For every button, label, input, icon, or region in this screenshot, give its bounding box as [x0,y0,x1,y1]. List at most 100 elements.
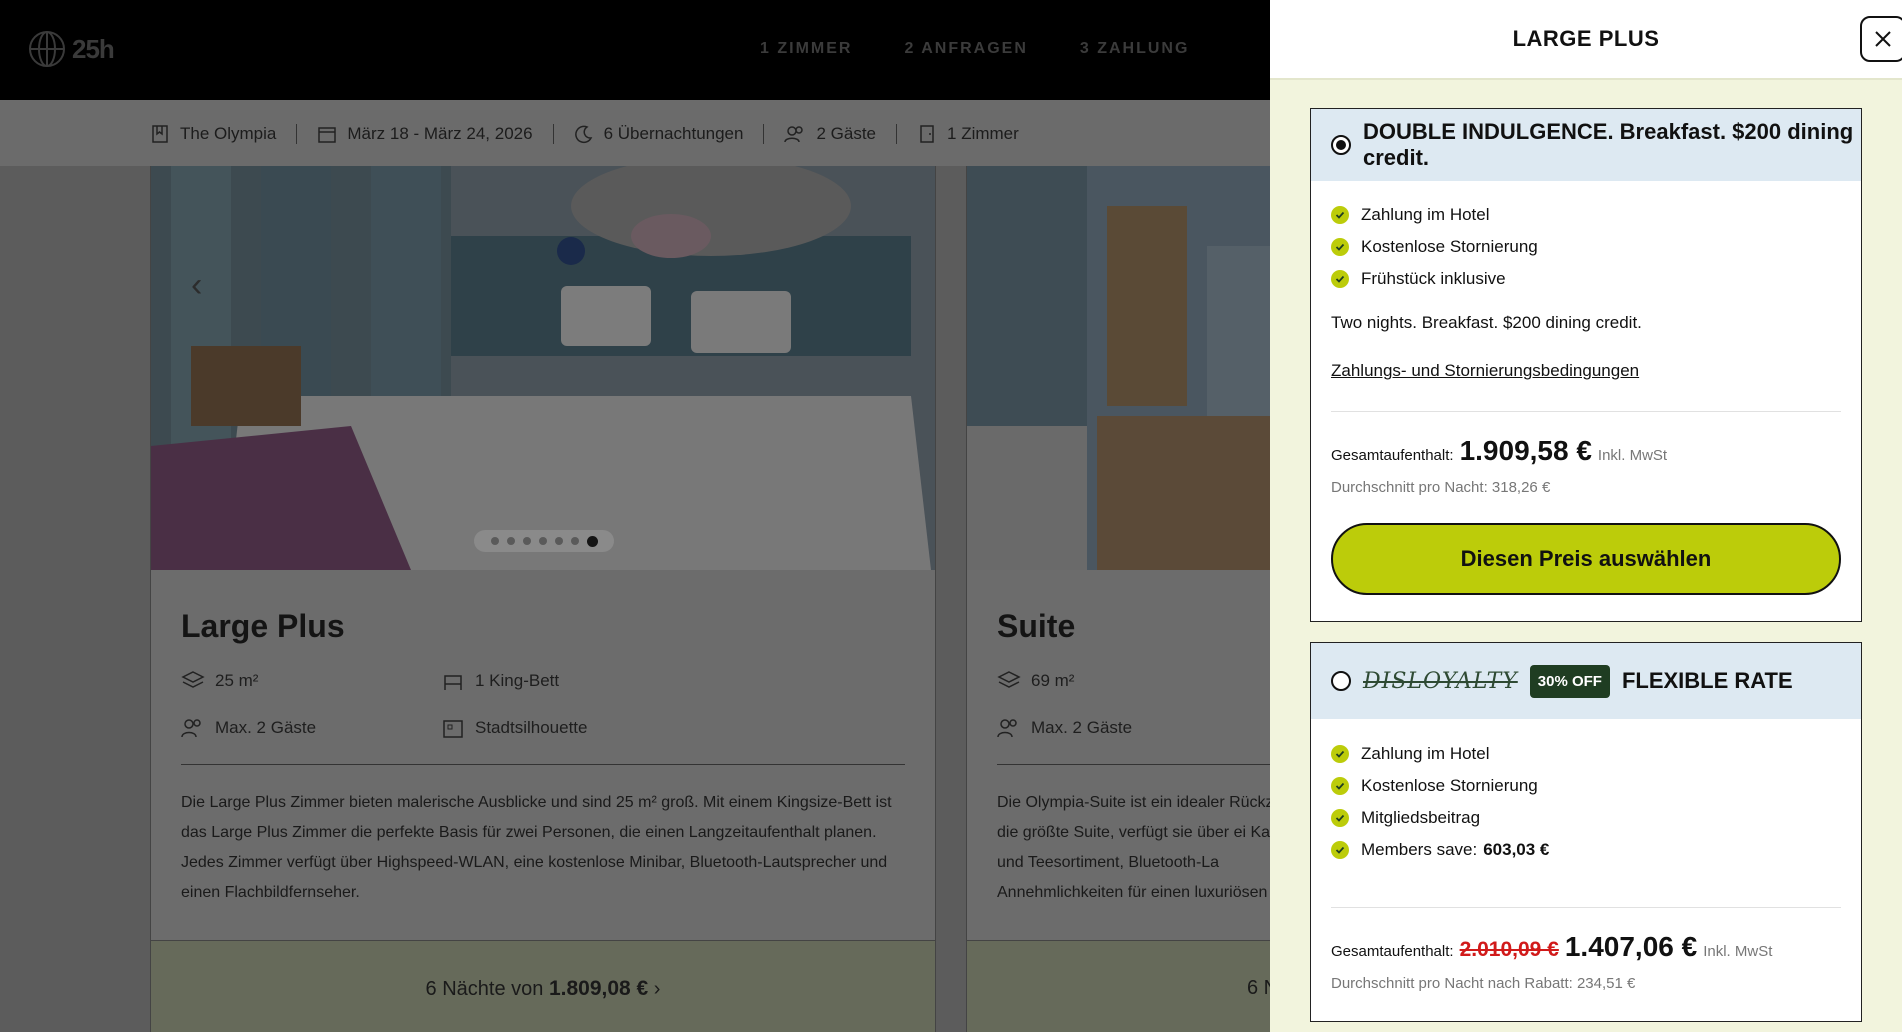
guests-selector[interactable]: 2 Gäste [784,124,876,144]
divider [1331,907,1841,908]
total-price-row: Gesamtaufenthalt: 1.909,58 € Inkl. MwSt [1331,435,1667,467]
check-icon [1331,745,1349,763]
close-button[interactable] [1860,16,1902,62]
rate-option-double-indulgence[interactable]: DOUBLE INDULGENCE. Breakfast. $200 dinin… [1310,108,1862,622]
booking-steps: 1 ZIMMER 2 ANFRAGEN 3 ZAHLUNG [760,40,1189,58]
feature-label: Zahlung im Hotel [1361,205,1490,224]
separator [896,124,898,144]
guests-count: 2 Gäste [816,124,877,143]
room-max-guests-value: Max. 2 Gäste [215,718,317,737]
carousel-dot[interactable] [506,537,515,545]
total-label: Gesamtaufenthalt: [1331,447,1454,464]
feature-label: Kostenlose Stornierung [1361,776,1538,795]
step-anfragen[interactable]: 2 ANFRAGEN [904,40,1027,58]
separator [763,124,765,144]
rate-name: DOUBLE INDULGENCE. Breakfast. $200 dinin… [1363,119,1854,170]
disloyalty-brand-logo: DISLOYALTY [1363,668,1518,694]
carousel-dot[interactable] [538,537,547,545]
rate-radio-selected[interactable] [1331,135,1351,155]
divider [1331,411,1841,412]
step-zimmer[interactable]: 1 ZIMMER [760,40,852,58]
feature-item: Frühstück inklusive [1331,263,1538,295]
room-title: Suite [997,608,1076,644]
layers-icon [997,671,1021,688]
rate-features: Zahlung im Hotel Kostenlose Stornierung … [1331,199,1538,295]
step-zahlung[interactable]: 3 ZAHLUNG [1080,40,1190,58]
room-price-value: 1.809,08 € [548,977,649,1000]
room-max-guests: Max. 2 Gäste [181,717,316,739]
feature-label: Kostenlose Stornierung [1361,237,1538,256]
date-selector[interactable]: März 18 - März 24, 2026 [317,124,533,144]
tax-note: Inkl. MwSt [1597,447,1668,464]
panel-title: LARGE PLUS [1512,26,1660,51]
feature-item: Zahlung im Hotel [1331,199,1538,231]
brand-logo[interactable]: 25h [28,30,115,68]
feature-label: Frühstück inklusive [1361,269,1506,288]
room-max-guests-value: Max. 2 Gäste [1031,718,1133,737]
bed-icon [444,675,462,690]
feature-label: Zahlung im Hotel [1361,744,1490,763]
date-range: März 18 - März 24, 2026 [347,124,533,143]
room-card-large-plus: ‹ Large Plus 25 m² 1 King-Bett Max. 2 Gä… [150,166,936,1032]
panel-header: LARGE PLUS [1270,0,1902,80]
separator [552,124,554,144]
radio-dot [1336,140,1346,150]
calendar-icon [318,127,337,143]
room-price-footer[interactable]: 6 Nächte von 1.809,08 € › [151,940,935,1032]
chevron-right-icon: › [653,978,661,1000]
guests-icon [997,719,1017,738]
feature-item: Kostenlose Stornierung [1331,770,1549,802]
close-icon [1875,31,1891,47]
bookmark-icon [152,125,168,143]
rooms-selector[interactable]: 1 Zimmer [917,124,1019,144]
divider [181,764,905,765]
total-price: 1.407,06 € [1564,931,1698,962]
feature-item: Kostenlose Stornierung [1331,231,1538,263]
rate-header[interactable]: DISLOYALTY 30% OFF FLEXIBLE RATE [1311,643,1861,719]
carousel-dot[interactable] [570,537,579,545]
rate-header[interactable]: DOUBLE INDULGENCE. Breakfast. $200 dinin… [1311,109,1861,181]
check-icon [1331,238,1349,256]
total-label: Gesamtaufenthalt: [1331,943,1454,960]
room-description: Die Large Plus Zimmer bieten malerische … [181,794,892,901]
door-icon [920,125,934,143]
hotel-selector[interactable]: The Olympia [150,124,276,144]
discount-badge: 30% OFF [1529,664,1610,698]
check-icon [1331,206,1349,224]
rate-selection-panel: LARGE PLUS DOUBLE INDULGENCE. Breakfast.… [1270,0,1902,1032]
room-bed: 1 King-Bett [441,670,559,692]
room-photo[interactable]: ‹ [151,166,935,570]
average-per-night: Durchschnitt pro Nacht: 318,26 € [1331,479,1551,496]
room-view: Stadtsilhouette [441,717,587,739]
carousel-dot[interactable] [490,537,499,545]
carousel-dot[interactable] [522,537,531,545]
room-bed-value: 1 King-Bett [475,671,560,690]
members-save-value: 603,03 € [1483,840,1550,859]
carousel-prev-button[interactable]: ‹ [191,266,202,305]
check-icon [1331,270,1349,288]
room-price-prefix: 6 Nächte von [425,978,544,1000]
room-title: Large Plus [181,608,345,644]
city-icon [443,720,463,738]
rate-radio-unselected[interactable] [1331,671,1351,691]
guests-icon [784,126,804,143]
original-price: 2.010,09 € [1459,938,1559,961]
room-view-value: Stadtsilhouette [475,718,588,737]
nights-display: 6 Übernachtungen [574,124,744,144]
feature-item: Members save: 603,03 € [1331,834,1549,866]
room-size-value: 25 m² [215,671,259,690]
rate-features: Zahlung im Hotel Kostenlose Stornierung … [1331,738,1549,866]
terms-link[interactable]: Zahlungs- und Stornierungsbedingungen [1331,361,1639,381]
feature-label: Mitgliedsbeitrag [1361,808,1481,827]
room-price-summary[interactable]: 6 Nächte von 1.809,08 € › [151,977,935,1001]
check-icon [1331,841,1349,859]
carousel-dot[interactable] [554,537,563,545]
total-price: 1.909,58 € [1459,435,1592,466]
nights-count: 6 Übernachtungen [603,124,744,143]
select-rate-button[interactable]: Diesen Preis auswählen [1331,523,1841,595]
carousel-dot-active[interactable] [586,535,598,547]
logo-text: 25h [72,33,115,64]
rate-option-flexible[interactable]: DISLOYALTY 30% OFF FLEXIBLE RATE Zahlung… [1310,642,1862,1022]
room-size: 25 m² [181,670,258,692]
globe-logo-icon [29,31,65,67]
